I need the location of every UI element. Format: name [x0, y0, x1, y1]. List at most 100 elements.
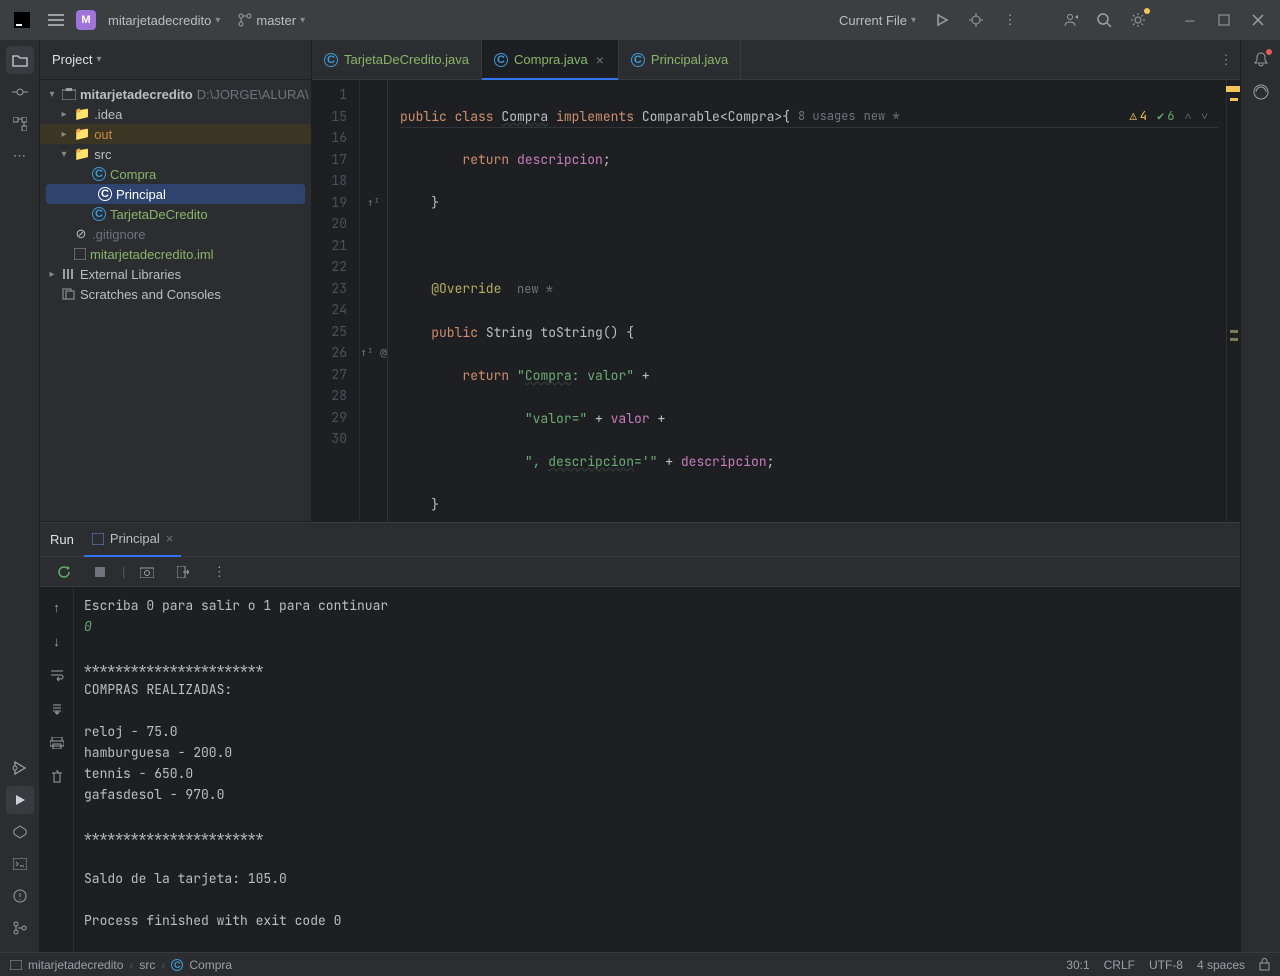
branch-icon: [238, 13, 252, 27]
main-menu-icon[interactable]: [42, 6, 70, 34]
problems-tool-icon[interactable]: [6, 882, 34, 910]
services-tool-icon[interactable]: [6, 754, 34, 782]
more-actions-icon[interactable]: ⋮: [996, 6, 1024, 34]
print-icon[interactable]: [43, 729, 71, 757]
tab-principal[interactable]: C Principal.java: [619, 40, 741, 80]
run-title: Run: [50, 532, 74, 547]
app-icon: [92, 533, 104, 545]
run-output[interactable]: Escriba 0 para salir o 1 para continuar0…: [74, 587, 1240, 952]
gutter-annotations: ↑ᴵ↑ᴵ @: [360, 80, 388, 521]
close-icon[interactable]: ×: [594, 52, 606, 68]
tree-folder-idea[interactable]: ▸📁.idea: [40, 104, 311, 124]
tree-iml[interactable]: mitarjetadecredito.iml: [40, 244, 311, 264]
app-logo-icon: [8, 6, 36, 34]
exit-icon[interactable]: [169, 558, 197, 586]
vcs-hint: new *: [864, 106, 900, 128]
project-selector[interactable]: mitarjetadecredito ▾: [102, 9, 226, 32]
ai-assistant-icon[interactable]: [1247, 78, 1275, 106]
tree-root[interactable]: ▾ mitarjetadecredito D:\JORGE\ALURA\: [40, 84, 311, 104]
close-button[interactable]: [1244, 6, 1272, 34]
tab-label: TarjetaDeCredito.java: [344, 52, 469, 67]
editor-scrollbar[interactable]: [1226, 80, 1240, 521]
file-encoding[interactable]: UTF-8: [1149, 958, 1183, 972]
titlebar: M mitarjetadecredito ▾ master ▾ Current …: [0, 0, 1280, 40]
tree-gitignore[interactable]: ⊘.gitignore: [40, 224, 311, 244]
more-tools-icon[interactable]: ⋯: [6, 142, 34, 170]
left-tool-rail: ⋯: [0, 40, 40, 952]
editor-tabs: C TarjetaDeCredito.java C Compra.java × …: [312, 40, 1240, 80]
search-icon[interactable]: [1090, 6, 1118, 34]
chevron-down-icon[interactable]: ▾: [96, 54, 101, 65]
vcs-tool-icon[interactable]: [6, 914, 34, 942]
code-with-me-icon[interactable]: [1056, 6, 1084, 34]
maximize-button[interactable]: [1210, 6, 1238, 34]
caret-position[interactable]: 30:1: [1066, 958, 1089, 972]
usages-hint[interactable]: 8 usages: [798, 106, 856, 128]
minimize-button[interactable]: ─: [1176, 6, 1204, 34]
chevron-down-icon: ▾: [300, 15, 305, 26]
project-badge: M: [76, 10, 96, 30]
stop-icon[interactable]: [86, 558, 114, 586]
root-path: D:\JORGE\ALURA\: [197, 87, 309, 102]
tree-scratches[interactable]: Scratches and Consoles: [40, 284, 311, 304]
scroll-end-icon[interactable]: [43, 695, 71, 723]
run-tool-icon[interactable]: [6, 786, 34, 814]
up-icon[interactable]: ↑: [43, 593, 71, 621]
tab-label: Principal.java: [651, 52, 728, 67]
scratch-icon: [62, 288, 76, 300]
tree-class-principal[interactable]: CPrincipal: [46, 184, 305, 204]
branch-selector[interactable]: master ▾: [232, 9, 311, 32]
project-tree[interactable]: ▾ mitarjetadecredito D:\JORGE\ALURA\ ▸📁.…: [40, 80, 311, 521]
editor-area: C TarjetaDeCredito.java C Compra.java × …: [312, 40, 1240, 521]
run-tab-label: Principal: [110, 531, 160, 546]
folder-icon: 📁: [74, 106, 90, 122]
breadcrumb[interactable]: mitarjetadecredito › src › C Compra: [10, 958, 232, 972]
notifications-icon[interactable]: [1247, 46, 1275, 74]
rerun-icon[interactable]: [50, 558, 78, 586]
ignore-icon: ⊘: [74, 226, 88, 242]
settings-icon[interactable]: [1124, 6, 1152, 34]
class-icon: C: [631, 53, 645, 67]
debug-button[interactable]: [962, 6, 990, 34]
tree-folder-out[interactable]: ▸📁out: [40, 124, 311, 144]
chevron-down-icon: ▾: [215, 15, 220, 26]
code-editor[interactable]: public class Compra implements Comparabl…: [388, 80, 1226, 521]
folder-icon: 📁: [74, 146, 90, 162]
tab-compra[interactable]: C Compra.java ×: [482, 40, 619, 80]
commit-tool-icon[interactable]: [6, 78, 34, 106]
terminal-tool-icon[interactable]: [6, 850, 34, 878]
close-icon[interactable]: ×: [166, 531, 174, 546]
project-tool-icon[interactable]: [6, 46, 34, 74]
run-toolbar: | ⋮: [40, 557, 1240, 587]
trash-icon[interactable]: [43, 763, 71, 791]
down-icon[interactable]: ↓: [43, 627, 71, 655]
more-icon[interactable]: ⋮: [205, 558, 233, 586]
run-button[interactable]: [928, 6, 956, 34]
nav-up-icon[interactable]: ˄: [1184, 106, 1191, 128]
class-icon: C: [92, 167, 106, 181]
line-separator[interactable]: CRLF: [1104, 958, 1135, 972]
build-tool-icon[interactable]: [6, 818, 34, 846]
run-tab[interactable]: Principal ×: [84, 523, 181, 557]
nav-down-icon[interactable]: ˅: [1201, 106, 1208, 128]
line-gutter: 115161718192021222324252627282930: [312, 80, 360, 521]
tree-ext-libs[interactable]: ▸External Libraries: [40, 264, 311, 284]
readonly-icon[interactable]: [1259, 958, 1270, 971]
camera-icon[interactable]: [133, 558, 161, 586]
right-tool-rail: [1240, 40, 1280, 952]
module-icon: [10, 960, 22, 970]
tab-menu-icon[interactable]: ⋮: [1212, 46, 1240, 74]
structure-tool-icon[interactable]: [6, 110, 34, 138]
softwrap-icon[interactable]: [43, 661, 71, 689]
tab-tarjeta[interactable]: C TarjetaDeCredito.java: [312, 40, 482, 80]
branch-name: master: [256, 13, 296, 28]
tree-class-tarjeta[interactable]: CTarjetaDeCredito: [40, 204, 311, 224]
tree-class-compra[interactable]: CCompra: [40, 164, 311, 184]
class-icon: C: [171, 959, 183, 971]
indent-info[interactable]: 4 spaces: [1197, 958, 1245, 972]
ok-badge[interactable]: ✔6: [1157, 106, 1174, 128]
warnings-badge[interactable]: ⚠4: [1130, 106, 1147, 128]
run-config-selector[interactable]: Current File ▾: [833, 9, 922, 32]
library-icon: [62, 268, 76, 280]
tree-folder-src[interactable]: ▾📁src: [40, 144, 311, 164]
